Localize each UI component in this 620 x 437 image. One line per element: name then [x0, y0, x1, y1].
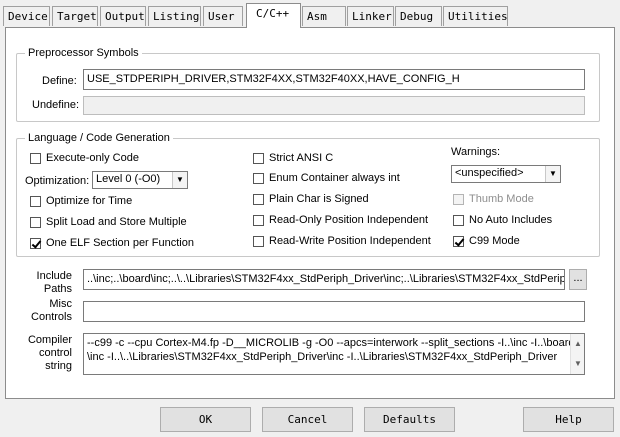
- strict-ansi-label: Strict ANSI C: [269, 152, 334, 164]
- undefine-input[interactable]: [83, 96, 585, 115]
- include-paths-label: Include Paths: [24, 270, 72, 296]
- compiler-label-line3: string: [45, 360, 72, 372]
- preprocessor-group-title: Preprocessor Symbols: [25, 46, 142, 60]
- rw-position-checkbox[interactable]: [253, 236, 264, 247]
- optimization-label: Optimization:: [25, 175, 90, 187]
- tab-user[interactable]: User: [203, 6, 243, 26]
- define-input[interactable]: USE_STDPERIPH_DRIVER,STM32F4XX,STM32F40X…: [83, 69, 585, 90]
- tab-linker[interactable]: Linker: [347, 6, 394, 26]
- compiler-control-string[interactable]: --c99 -c --cpu Cortex-M4.fp -D__MICROLIB…: [83, 333, 585, 375]
- include-label-line1: Include: [36, 270, 72, 282]
- warnings-label: Warnings:: [451, 146, 501, 158]
- execute-only-checkbox[interactable]: [30, 153, 41, 164]
- tab-target[interactable]: Target: [52, 6, 98, 26]
- include-label-line2: Paths: [43, 283, 72, 295]
- ro-position-checkbox[interactable]: [253, 215, 264, 226]
- compiler-control-label: Compiler control string: [24, 334, 72, 373]
- tab-asm[interactable]: Asm: [302, 6, 346, 26]
- misc-label-line2: Controls: [31, 311, 72, 323]
- compiler-label-line2: control: [38, 347, 72, 359]
- c-cpp-options-panel: Preprocessor Symbols Define: USE_STDPERI…: [5, 27, 615, 399]
- ok-button[interactable]: OK: [160, 407, 251, 432]
- tab-listing[interactable]: Listing: [148, 6, 201, 26]
- define-label: Define:: [42, 75, 77, 87]
- strict-ansi-checkbox[interactable]: [253, 153, 264, 164]
- scroll-down-icon: ▼: [574, 359, 582, 368]
- warnings-value: <unspecified>: [455, 167, 524, 179]
- thumb-mode-checkbox[interactable]: [453, 194, 464, 205]
- no-auto-includes-label: No Auto Includes: [469, 214, 553, 226]
- compiler-scrollbar[interactable]: ▲ ▼: [570, 334, 584, 374]
- language-group-title: Language / Code Generation: [25, 131, 173, 145]
- tab-c-cpp[interactable]: C/C++: [246, 3, 301, 28]
- include-paths-input[interactable]: ..\inc;..\board\inc;..\..\Libraries\STM3…: [83, 269, 565, 290]
- warnings-select[interactable]: <unspecified> ▼: [451, 165, 561, 183]
- one-elf-label: One ELF Section per Function: [46, 237, 194, 249]
- optimize-time-checkbox[interactable]: [30, 196, 41, 207]
- defaults-button[interactable]: Defaults: [364, 407, 455, 432]
- enum-container-checkbox[interactable]: [253, 173, 264, 184]
- compiler-label-line1: Compiler: [27, 334, 72, 346]
- rw-position-label: Read-Write Position Independent: [269, 235, 431, 247]
- misc-controls-label: Misc Controls: [24, 298, 72, 324]
- one-elf-checkbox[interactable]: [30, 238, 41, 249]
- ro-position-label: Read-Only Position Independent: [269, 214, 428, 226]
- chevron-down-icon: ▼: [545, 166, 560, 182]
- undefine-label: Undefine:: [32, 99, 80, 111]
- compiler-line-1: --c99 -c --cpu Cortex-M4.fp -D__MICROLIB…: [87, 337, 575, 349]
- c99-mode-label: C99 Mode: [469, 235, 520, 247]
- tab-device[interactable]: Device: [3, 6, 50, 26]
- plain-char-label: Plain Char is Signed: [269, 193, 369, 205]
- tab-debug[interactable]: Debug: [395, 6, 442, 26]
- compiler-line-2: \inc -I..\..\Libraries\STM32F4xx_StdPeri…: [87, 351, 558, 363]
- plain-char-checkbox[interactable]: [253, 194, 264, 205]
- tab-utilities[interactable]: Utilities: [443, 6, 508, 26]
- execute-only-label: Execute-only Code: [46, 152, 139, 164]
- scroll-up-icon: ▲: [574, 339, 582, 348]
- enum-container-label: Enum Container always int: [269, 172, 400, 184]
- no-auto-includes-checkbox[interactable]: [453, 215, 464, 226]
- misc-label-line1: Misc: [49, 298, 72, 310]
- optimize-time-label: Optimize for Time: [46, 195, 133, 207]
- include-paths-browse-button[interactable]: ...: [569, 269, 587, 290]
- thumb-mode-label: Thumb Mode: [469, 193, 534, 205]
- tab-output[interactable]: Output: [100, 6, 146, 26]
- c99-mode-checkbox[interactable]: [453, 236, 464, 247]
- split-load-label: Split Load and Store Multiple: [46, 216, 187, 228]
- optimization-select[interactable]: Level 0 (-O0) ▼: [92, 171, 188, 189]
- optimization-value: Level 0 (-O0): [96, 173, 161, 185]
- misc-controls-input[interactable]: [83, 301, 585, 322]
- split-load-checkbox[interactable]: [30, 217, 41, 228]
- chevron-down-icon: ▼: [172, 172, 187, 188]
- help-button[interactable]: Help: [523, 407, 614, 432]
- cancel-button[interactable]: Cancel: [262, 407, 353, 432]
